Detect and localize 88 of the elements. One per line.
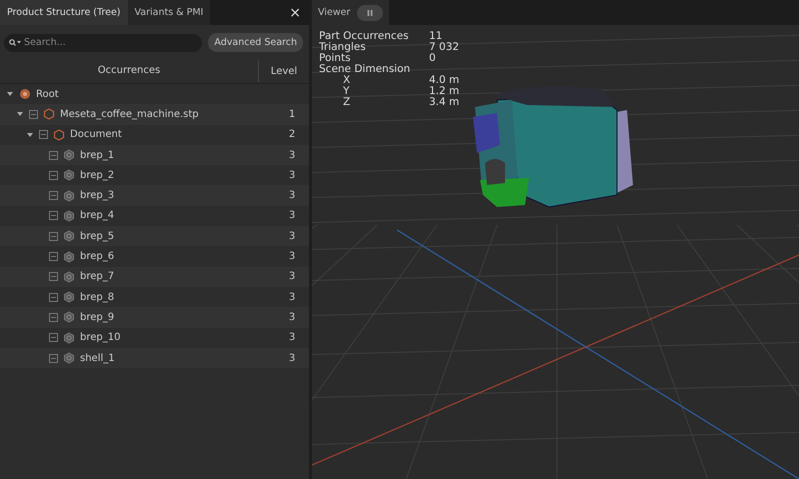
- tree-row[interactable]: brep_3 3: [0, 185, 309, 206]
- level-value: 3: [288, 170, 296, 181]
- expand-caret-icon[interactable]: [26, 130, 34, 139]
- checkbox[interactable]: [49, 354, 58, 362]
- panel-tab[interactable]: Product Structure (Tree): [0, 0, 128, 25]
- stat-label: Scene Dimension: [319, 64, 412, 75]
- panel-tab[interactable]: Variants & PMI: [128, 0, 210, 25]
- occurrence-name: brep_7: [80, 271, 114, 282]
- occurrence-name: shell_1: [80, 352, 115, 364]
- stat-label: Z: [342, 97, 352, 108]
- tree-row[interactable]: brep_5 3: [0, 226, 309, 246]
- tree-row[interactable]: brep_1 3: [0, 144, 309, 166]
- stat-value: 11: [429, 30, 442, 42]
- hexagon-icon: [43, 108, 55, 120]
- pause-button[interactable]: [357, 4, 384, 20]
- level-value: 3: [288, 190, 296, 202]
- level-value: 3: [288, 230, 296, 242]
- column-header[interactable]: Occurrences: [0, 60, 259, 82]
- occurrence-name: brep_8: [80, 292, 114, 303]
- close-button[interactable]: ×: [281, 4, 309, 20]
- root-icon: [19, 88, 31, 100]
- part-icon: [63, 352, 75, 364]
- stat-label: Triangles: [319, 42, 367, 53]
- expand-caret-icon[interactable]: [6, 90, 14, 98]
- tree-row[interactable]: brep_7 3: [0, 266, 309, 287]
- level-value: 3: [288, 332, 296, 344]
- checkbox[interactable]: [49, 150, 58, 160]
- stat-value: 1.2 m: [429, 85, 460, 97]
- level-value: 3: [288, 292, 296, 303]
- tree-row[interactable]: Meseta_coffee_machine.stp 1: [0, 104, 309, 125]
- stat-value: 4.0 m: [429, 74, 460, 86]
- part-icon: [63, 169, 75, 182]
- checkbox[interactable]: [49, 272, 58, 282]
- part-icon: [63, 210, 75, 222]
- column-header[interactable]: Level: [259, 66, 309, 76]
- part-icon: [63, 250, 75, 263]
- level-value: 2: [288, 129, 296, 140]
- part-icon: [63, 311, 75, 324]
- checkbox[interactable]: [49, 252, 58, 262]
- advanced-search-button[interactable]: Advanced Search: [208, 33, 303, 52]
- checkbox[interactable]: [39, 130, 48, 140]
- checkbox[interactable]: [49, 211, 58, 220]
- stat-label: Y: [342, 86, 350, 97]
- stat-value: 0: [429, 52, 436, 64]
- stat-label: Part Occurrences: [319, 31, 410, 42]
- part-icon: [63, 149, 75, 162]
- checkbox[interactable]: [49, 170, 58, 180]
- stat-value: 7 032: [429, 41, 460, 53]
- occurrence-name: brep_6: [80, 251, 114, 262]
- occurrence-name: Document: [70, 129, 122, 140]
- viewer-tab[interactable]: Viewer: [312, 0, 390, 25]
- stat-label: Points: [319, 53, 351, 64]
- occurrence-name: brep_10: [80, 332, 120, 344]
- occurrence-name: Meseta_coffee_machine.stp: [60, 108, 199, 120]
- search-icon: [9, 38, 21, 46]
- hexagon-icon: [53, 128, 65, 141]
- checkbox[interactable]: [49, 191, 58, 200]
- stat-value: 3.4 m: [429, 96, 460, 108]
- occurrence-name: brep_9: [80, 312, 114, 323]
- level-value: 3: [288, 352, 296, 364]
- checkbox[interactable]: [29, 110, 38, 119]
- level-value: 3: [288, 251, 296, 262]
- level-value: 1: [288, 108, 296, 120]
- occurrence-name: brep_1: [80, 150, 114, 161]
- occurrence-name: Root: [36, 88, 59, 100]
- occurrence-name: brep_2: [80, 170, 114, 181]
- search-field[interactable]: Search...: [4, 34, 202, 52]
- checkbox[interactable]: [49, 333, 58, 342]
- part-icon: [63, 230, 75, 242]
- level-value: 3: [288, 312, 296, 323]
- part-icon: [63, 190, 75, 202]
- stat-label: X: [342, 75, 352, 86]
- checkbox[interactable]: [49, 292, 58, 302]
- occurrence-name: brep_4: [80, 210, 114, 222]
- occurrence-name: brep_5: [80, 230, 114, 242]
- checkbox[interactable]: [49, 232, 58, 241]
- occurrence-name: brep_3: [80, 190, 114, 202]
- expand-caret-icon[interactable]: [16, 110, 24, 118]
- checkbox[interactable]: [49, 312, 58, 322]
- part-icon: [63, 332, 75, 344]
- level-value: 3: [288, 271, 296, 282]
- part-icon: [63, 270, 75, 283]
- tree-row[interactable]: shell_1 3: [0, 348, 309, 368]
- tree-row[interactable]: brep_9 3: [0, 307, 309, 328]
- level-value: 3: [288, 210, 296, 222]
- part-icon: [63, 291, 75, 304]
- pause-icon: [366, 8, 374, 16]
- level-value: 3: [288, 150, 296, 161]
